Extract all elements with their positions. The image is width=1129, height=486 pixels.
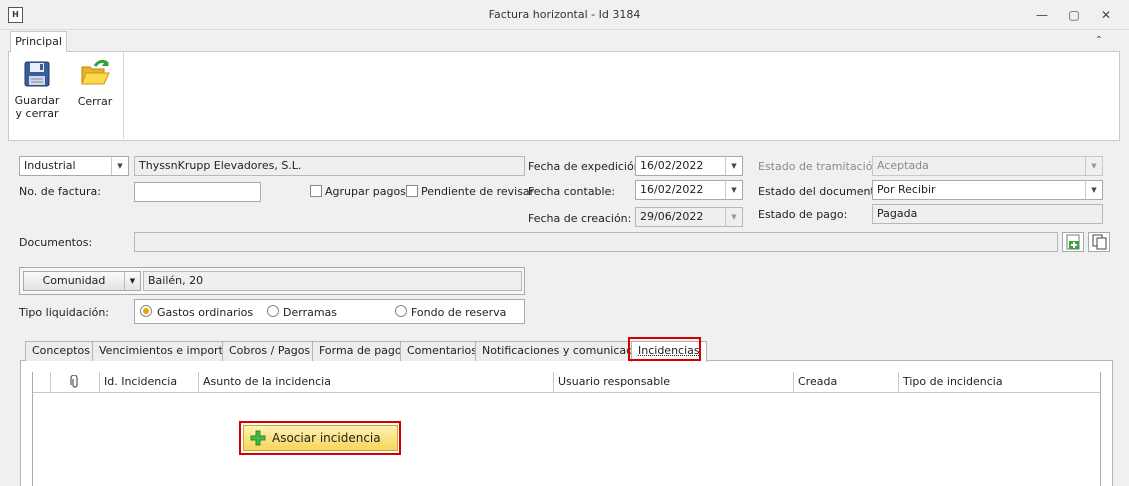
close-label: Cerrar bbox=[77, 95, 113, 108]
document-state-label: Estado del documento: bbox=[758, 185, 886, 198]
invoice-no-input[interactable] bbox=[134, 182, 261, 202]
grid-header-id[interactable]: Id. Incidencia bbox=[100, 372, 199, 393]
document-state-value: Por Recibir bbox=[877, 183, 936, 196]
associate-incident-label: Asociar incidencia bbox=[272, 431, 381, 445]
window-title: Factura horizontal - Id 3184 bbox=[488, 8, 641, 21]
community-type-button[interactable]: Comunidad ▼ bbox=[23, 271, 141, 291]
chevron-down-icon[interactable]: ▼ bbox=[725, 181, 742, 199]
type-select-value: Industrial bbox=[24, 159, 76, 172]
creation-date-label: Fecha de creación: bbox=[528, 212, 632, 225]
issue-date-label: Fecha de expedición: bbox=[528, 160, 645, 173]
grid-attachment-column[interactable] bbox=[51, 372, 100, 393]
tab-conceptos[interactable]: Conceptos bbox=[25, 341, 97, 361]
radio-label-gastos-ordinarios: Gastos ordinarios bbox=[157, 306, 254, 319]
paperclip-icon bbox=[70, 374, 78, 388]
grid-header-tipo[interactable]: Tipo de incidencia bbox=[899, 372, 1100, 393]
add-document-button[interactable] bbox=[1062, 232, 1084, 252]
group-payments-label: Agrupar pagos bbox=[325, 185, 406, 198]
issue-date-value: 16/02/2022 bbox=[640, 159, 704, 172]
liquidation-label: Tipo liquidación: bbox=[19, 306, 110, 319]
tab-notificaciones[interactable]: Notificaciones y comunicados bbox=[475, 341, 653, 361]
processing-state-value: Aceptada bbox=[877, 159, 929, 172]
floppy-disk-icon bbox=[24, 61, 50, 87]
chevron-down-icon: ▼ bbox=[725, 208, 742, 226]
grid-header-creada[interactable]: Creada bbox=[794, 372, 899, 393]
ribbon-panel bbox=[8, 51, 1120, 141]
grid-header-asunto[interactable]: Asunto de la incidencia bbox=[199, 372, 554, 393]
radio-derramas[interactable] bbox=[267, 305, 279, 317]
processing-state-select: Aceptada ▼ bbox=[872, 156, 1103, 176]
accounting-date-label: Fecha contable: bbox=[528, 185, 616, 198]
save-close-label-1: Guardar bbox=[14, 94, 60, 107]
copy-icon bbox=[1092, 234, 1107, 250]
grid-indicator-column bbox=[33, 372, 51, 393]
processing-state-label: Estado de tramitación: bbox=[758, 160, 884, 173]
tab-cobros-pagos[interactable]: Cobros / Pagos bbox=[222, 341, 318, 361]
issue-date-field[interactable]: 16/02/2022 ▼ bbox=[635, 156, 743, 176]
invoice-no-label: No. de factura: bbox=[19, 185, 101, 198]
chevron-down-icon: ▼ bbox=[124, 272, 140, 290]
pending-review-label: Pendiente de revisar bbox=[421, 185, 535, 198]
close-button[interactable]: Cerrar bbox=[72, 58, 118, 108]
chevron-down-icon[interactable]: ▼ bbox=[1085, 181, 1102, 199]
add-document-icon bbox=[1066, 234, 1080, 250]
open-folder-icon bbox=[81, 59, 110, 85]
payment-state-field: Pagada bbox=[872, 204, 1103, 224]
radio-label-derramas: Derramas bbox=[283, 306, 338, 319]
tab-vencimientos[interactable]: Vencimientos e importes bbox=[92, 341, 243, 361]
tab-comentarios[interactable]: Comentarios bbox=[400, 341, 484, 361]
documents-label: Documentos: bbox=[19, 236, 93, 249]
close-window-button[interactable]: ✕ bbox=[1096, 6, 1116, 24]
creation-date-value: 29/06/2022 bbox=[640, 210, 704, 223]
associate-incident-button[interactable]: Asociar incidencia bbox=[243, 425, 398, 451]
creation-date-field: 29/06/2022 ▼ bbox=[635, 207, 743, 227]
pending-review-checkbox[interactable] bbox=[406, 185, 418, 197]
accounting-date-field[interactable]: 16/02/2022 ▼ bbox=[635, 180, 743, 200]
chevron-down-icon: ▼ bbox=[111, 157, 128, 175]
radio-gastos-ordinarios[interactable] bbox=[140, 305, 152, 317]
documents-field[interactable] bbox=[134, 232, 1058, 252]
radio-label-fondo-reserva: Fondo de reserva bbox=[411, 306, 507, 319]
highlight-incidencias-tab bbox=[628, 337, 701, 361]
provider-field[interactable]: ThyssnKrupp Elevadores, S.L. bbox=[134, 156, 525, 176]
group-payments-checkbox[interactable] bbox=[310, 185, 322, 197]
type-select[interactable]: Industrial ▼ bbox=[19, 156, 129, 176]
accounting-date-value: 16/02/2022 bbox=[640, 183, 704, 196]
community-field[interactable]: Bailén, 20 bbox=[143, 271, 522, 291]
radio-fondo-reserva[interactable] bbox=[395, 305, 407, 317]
minimize-button[interactable]: — bbox=[1032, 6, 1052, 24]
grid-header-usuario[interactable]: Usuario responsable bbox=[554, 372, 794, 393]
restore-button[interactable]: ▢ bbox=[1064, 6, 1084, 24]
ribbon-tab-principal[interactable]: Principal bbox=[10, 31, 67, 52]
save-close-label-2: y cerrar bbox=[15, 107, 59, 120]
community-type-label: Comunidad bbox=[42, 274, 106, 287]
chevron-down-icon[interactable]: ▼ bbox=[725, 157, 742, 175]
ribbon-collapse-icon[interactable]: ⌃ bbox=[1091, 33, 1107, 49]
plus-icon bbox=[250, 430, 266, 446]
chevron-down-icon: ▼ bbox=[1085, 157, 1102, 175]
save-close-button[interactable]: Guardar y cerrar bbox=[12, 58, 62, 120]
payment-state-label: Estado de pago: bbox=[758, 208, 848, 221]
tab-forma-pago[interactable]: Forma de pago bbox=[312, 341, 409, 361]
document-state-select[interactable]: Por Recibir ▼ bbox=[872, 180, 1103, 200]
copy-document-button[interactable] bbox=[1088, 232, 1110, 252]
